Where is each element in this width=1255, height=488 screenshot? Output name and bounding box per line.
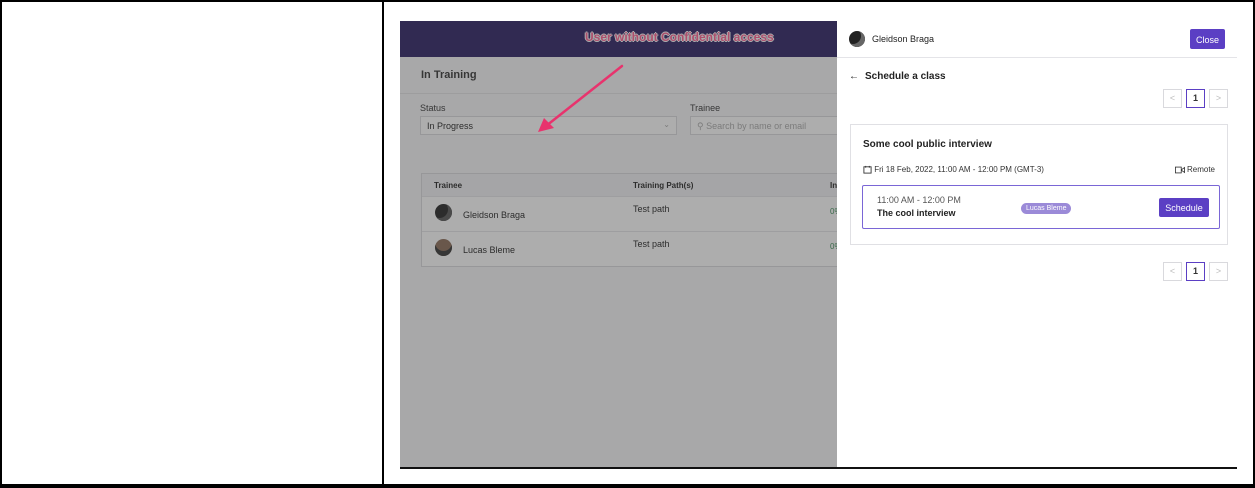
schedule-drawer: Gleidson Braga Close ← Schedule a class <…: [837, 21, 1237, 468]
class-location: Remote: [1174, 165, 1215, 174]
back-link[interactable]: ← Schedule a class: [849, 71, 946, 82]
screenshot-bottom-edge: [400, 467, 1237, 469]
calendar-icon: [863, 165, 872, 174]
next-page-button[interactable]: >: [1209, 89, 1228, 108]
schedule-button[interactable]: Schedule: [1159, 198, 1209, 217]
red-arrow-annotation: [538, 64, 624, 132]
back-link-label: Schedule a class: [865, 71, 946, 82]
page-1-button[interactable]: 1: [1186, 262, 1205, 281]
class-location-text: Remote: [1186, 165, 1215, 174]
instructor-badge: Lucas Bleme: [1021, 203, 1072, 214]
prev-page-button[interactable]: <: [1163, 89, 1182, 108]
document-cell-left: [0, 0, 382, 486]
pagination-bottom: < 1 >: [1163, 262, 1228, 281]
class-title: Some cool public interview: [863, 139, 992, 150]
page-1-button[interactable]: 1: [1186, 89, 1205, 108]
class-date: Fri 18 Feb, 2022, 11:00 AM - 12:00 PM (G…: [863, 165, 1044, 174]
class-date-text: Fri 18 Feb, 2022, 11:00 AM - 12:00 PM (G…: [874, 165, 1044, 174]
close-button[interactable]: Close: [1190, 29, 1225, 49]
screenshot: User without Confidential access In Trai…: [400, 21, 1237, 468]
avatar: [849, 31, 865, 47]
pagination-top: < 1 >: [1163, 89, 1228, 108]
slot-time: 11:00 AM - 12:00 PM: [877, 195, 961, 205]
drawer-header: Gleidson Braga Close: [837, 21, 1237, 58]
slot-name: The cool interview: [877, 208, 956, 218]
video-camera-icon: [1174, 166, 1185, 174]
drawer-user-name: Gleidson Braga: [872, 34, 935, 44]
class-slot: 11:00 AM - 12:00 PM The cool interview L…: [862, 185, 1220, 229]
next-page-button[interactable]: >: [1209, 262, 1228, 281]
arrow-left-icon: ←: [849, 71, 859, 82]
class-card: Some cool public interview Fri 18 Feb, 2…: [850, 124, 1228, 245]
prev-page-button[interactable]: <: [1163, 262, 1182, 281]
